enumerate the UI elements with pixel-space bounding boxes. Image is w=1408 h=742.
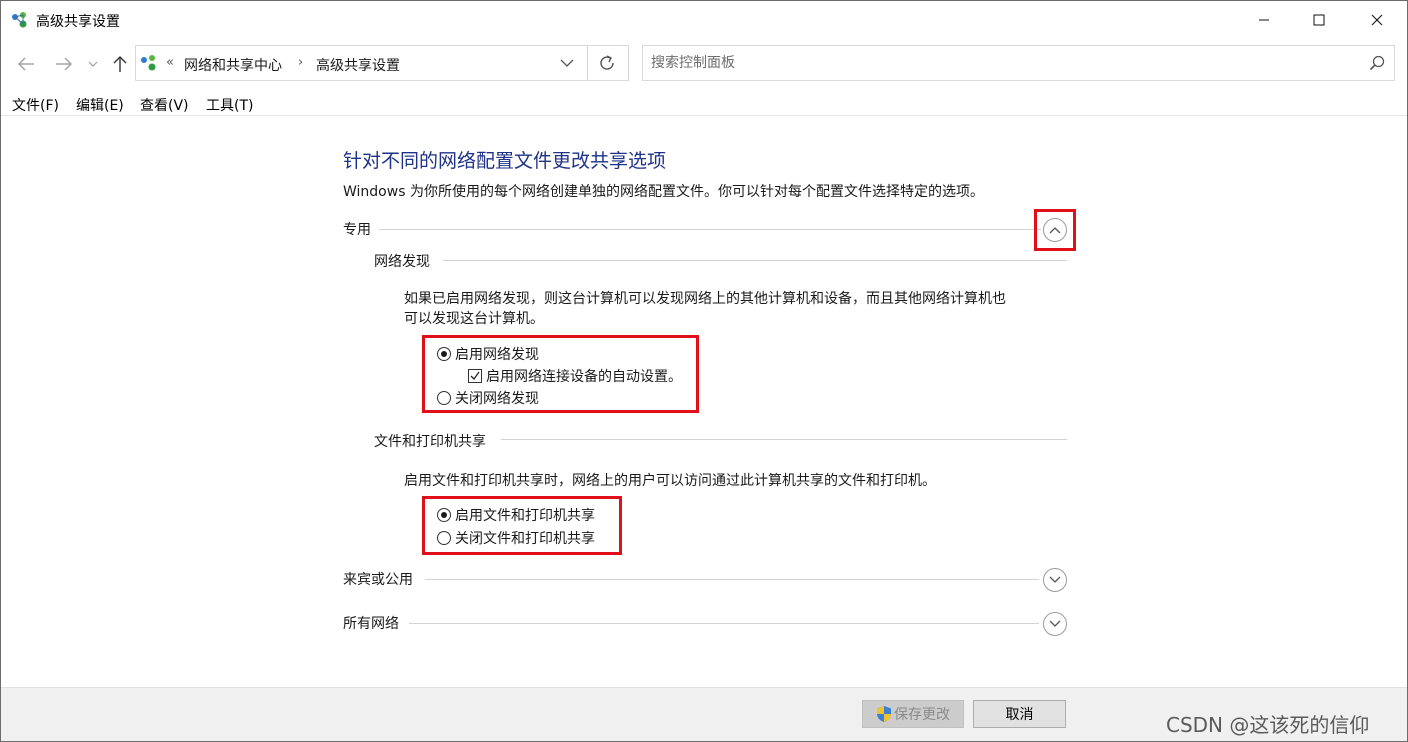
maximize-icon: [1313, 14, 1325, 26]
search-icon[interactable]: [1369, 55, 1385, 71]
arrow-up-icon: [113, 56, 127, 72]
file-printer-sharing-label: 文件和打印机共享: [374, 434, 486, 450]
cancel-button[interactable]: 取消: [973, 700, 1066, 728]
save-changes-button[interactable]: 保存更改: [862, 700, 964, 728]
divider: [409, 623, 1039, 624]
cancel-label: 取消: [1005, 707, 1034, 723]
page-title: 针对不同的网络配置文件更改共享选项: [343, 150, 667, 172]
profile-guest-label[interactable]: 来宾或公用: [343, 569, 413, 589]
save-changes-label: 保存更改: [894, 707, 950, 723]
minimize-icon: [1259, 19, 1269, 21]
forward-button[interactable]: [53, 53, 75, 75]
title-bar: 高级共享设置: [1, 1, 1407, 39]
arrow-left-icon: [18, 57, 34, 71]
disable-file-sharing-radio[interactable]: [437, 531, 451, 545]
enable-network-discovery-label[interactable]: 启用网络发现: [455, 344, 539, 364]
advanced-sharing-window: 高级共享设置 « 网络和共享中心 › 高级共享设置 搜索控制面板 文件(F) 编…: [0, 0, 1408, 742]
chevron-down-icon: [1049, 576, 1061, 583]
up-button[interactable]: [109, 53, 131, 75]
divider: [425, 579, 1039, 580]
back-button[interactable]: [15, 53, 37, 75]
chevron-down-icon[interactable]: [556, 54, 578, 72]
uac-shield-icon: [877, 706, 891, 722]
search-box[interactable]: [642, 45, 1395, 81]
expand-guest-button[interactable]: [1043, 568, 1067, 592]
profile-private-label[interactable]: 专用: [343, 219, 371, 239]
enable-file-sharing-label[interactable]: 启用文件和打印机共享: [455, 505, 595, 525]
enable-network-discovery-radio[interactable]: [437, 347, 451, 361]
file-printer-sharing-text: 启用文件和打印机共享时，网络上的用户可以访问通过此计算机共享的文件和打印机。: [404, 473, 936, 489]
menu-divider: [1, 115, 1407, 116]
close-icon: [1371, 14, 1383, 26]
menu-file[interactable]: 文件(F): [12, 95, 59, 115]
menu-tools[interactable]: 工具(T): [206, 95, 253, 115]
chevron-down-icon: [1049, 620, 1061, 627]
breadcrumb-overflow[interactable]: «: [166, 55, 174, 70]
search-input[interactable]: [651, 54, 1351, 72]
network-discovery-text-line1: 如果已启用网络发现，则这台计算机可以发现网络上的其他计算机和设备，而且其他网络计…: [404, 291, 1006, 307]
network-icon: [12, 12, 27, 28]
network-icon: [141, 55, 156, 71]
disable-network-discovery-radio[interactable]: [437, 391, 451, 405]
maximize-button[interactable]: [1296, 1, 1342, 39]
disable-file-sharing-label[interactable]: 关闭文件和打印机共享: [455, 528, 595, 548]
checkmark-icon: [470, 371, 480, 381]
enable-network-discovery-option[interactable]: 启用网络发现: [437, 344, 539, 364]
divider: [587, 46, 588, 80]
minimize-button[interactable]: [1241, 1, 1287, 39]
breadcrumb-network-sharing-center[interactable]: 网络和共享中心: [184, 55, 282, 75]
refresh-icon[interactable]: [594, 52, 622, 74]
breadcrumb-advanced-sharing[interactable]: 高级共享设置: [316, 55, 400, 75]
close-button[interactable]: [1354, 1, 1400, 39]
auto-setup-label[interactable]: 启用网络连接设备的自动设置。: [486, 366, 682, 386]
collapse-private-button[interactable]: [1043, 218, 1067, 242]
breadcrumb-separator[interactable]: ›: [298, 55, 303, 70]
divider: [379, 229, 1041, 230]
page-description: Windows 为你所使用的每个网络创建单独的网络配置文件。你可以针对每个配置文…: [343, 184, 984, 200]
address-bar[interactable]: « 网络和共享中心 › 高级共享设置: [135, 45, 629, 81]
divider: [501, 439, 1067, 440]
menu-view[interactable]: 查看(V): [140, 95, 189, 115]
window-title: 高级共享设置: [36, 14, 120, 30]
chevron-down-icon: [88, 61, 98, 67]
menu-edit[interactable]: 编辑(E): [76, 95, 124, 115]
arrow-right-icon: [56, 57, 72, 71]
recent-locations-button[interactable]: [85, 53, 101, 75]
enable-file-sharing-radio[interactable]: [437, 508, 451, 522]
network-discovery-label: 网络发现: [374, 254, 430, 270]
disable-network-discovery-label[interactable]: 关闭网络发现: [455, 388, 539, 408]
chevron-up-icon: [1049, 227, 1061, 234]
watermark-text: CSDN @这该死的信仰: [1166, 713, 1370, 737]
profile-all-label[interactable]: 所有网络: [343, 613, 399, 633]
network-discovery-text-line2: 可以发现这台计算机。: [404, 311, 544, 327]
auto-setup-checkbox[interactable]: [468, 369, 482, 383]
disable-network-discovery-option[interactable]: 关闭网络发现: [437, 388, 539, 408]
expand-all-networks-button[interactable]: [1043, 612, 1067, 636]
divider: [443, 260, 1067, 261]
enable-file-sharing-option[interactable]: 启用文件和打印机共享: [437, 505, 595, 525]
auto-setup-option[interactable]: 启用网络连接设备的自动设置。: [468, 366, 682, 386]
disable-file-sharing-option[interactable]: 关闭文件和打印机共享: [437, 528, 595, 548]
